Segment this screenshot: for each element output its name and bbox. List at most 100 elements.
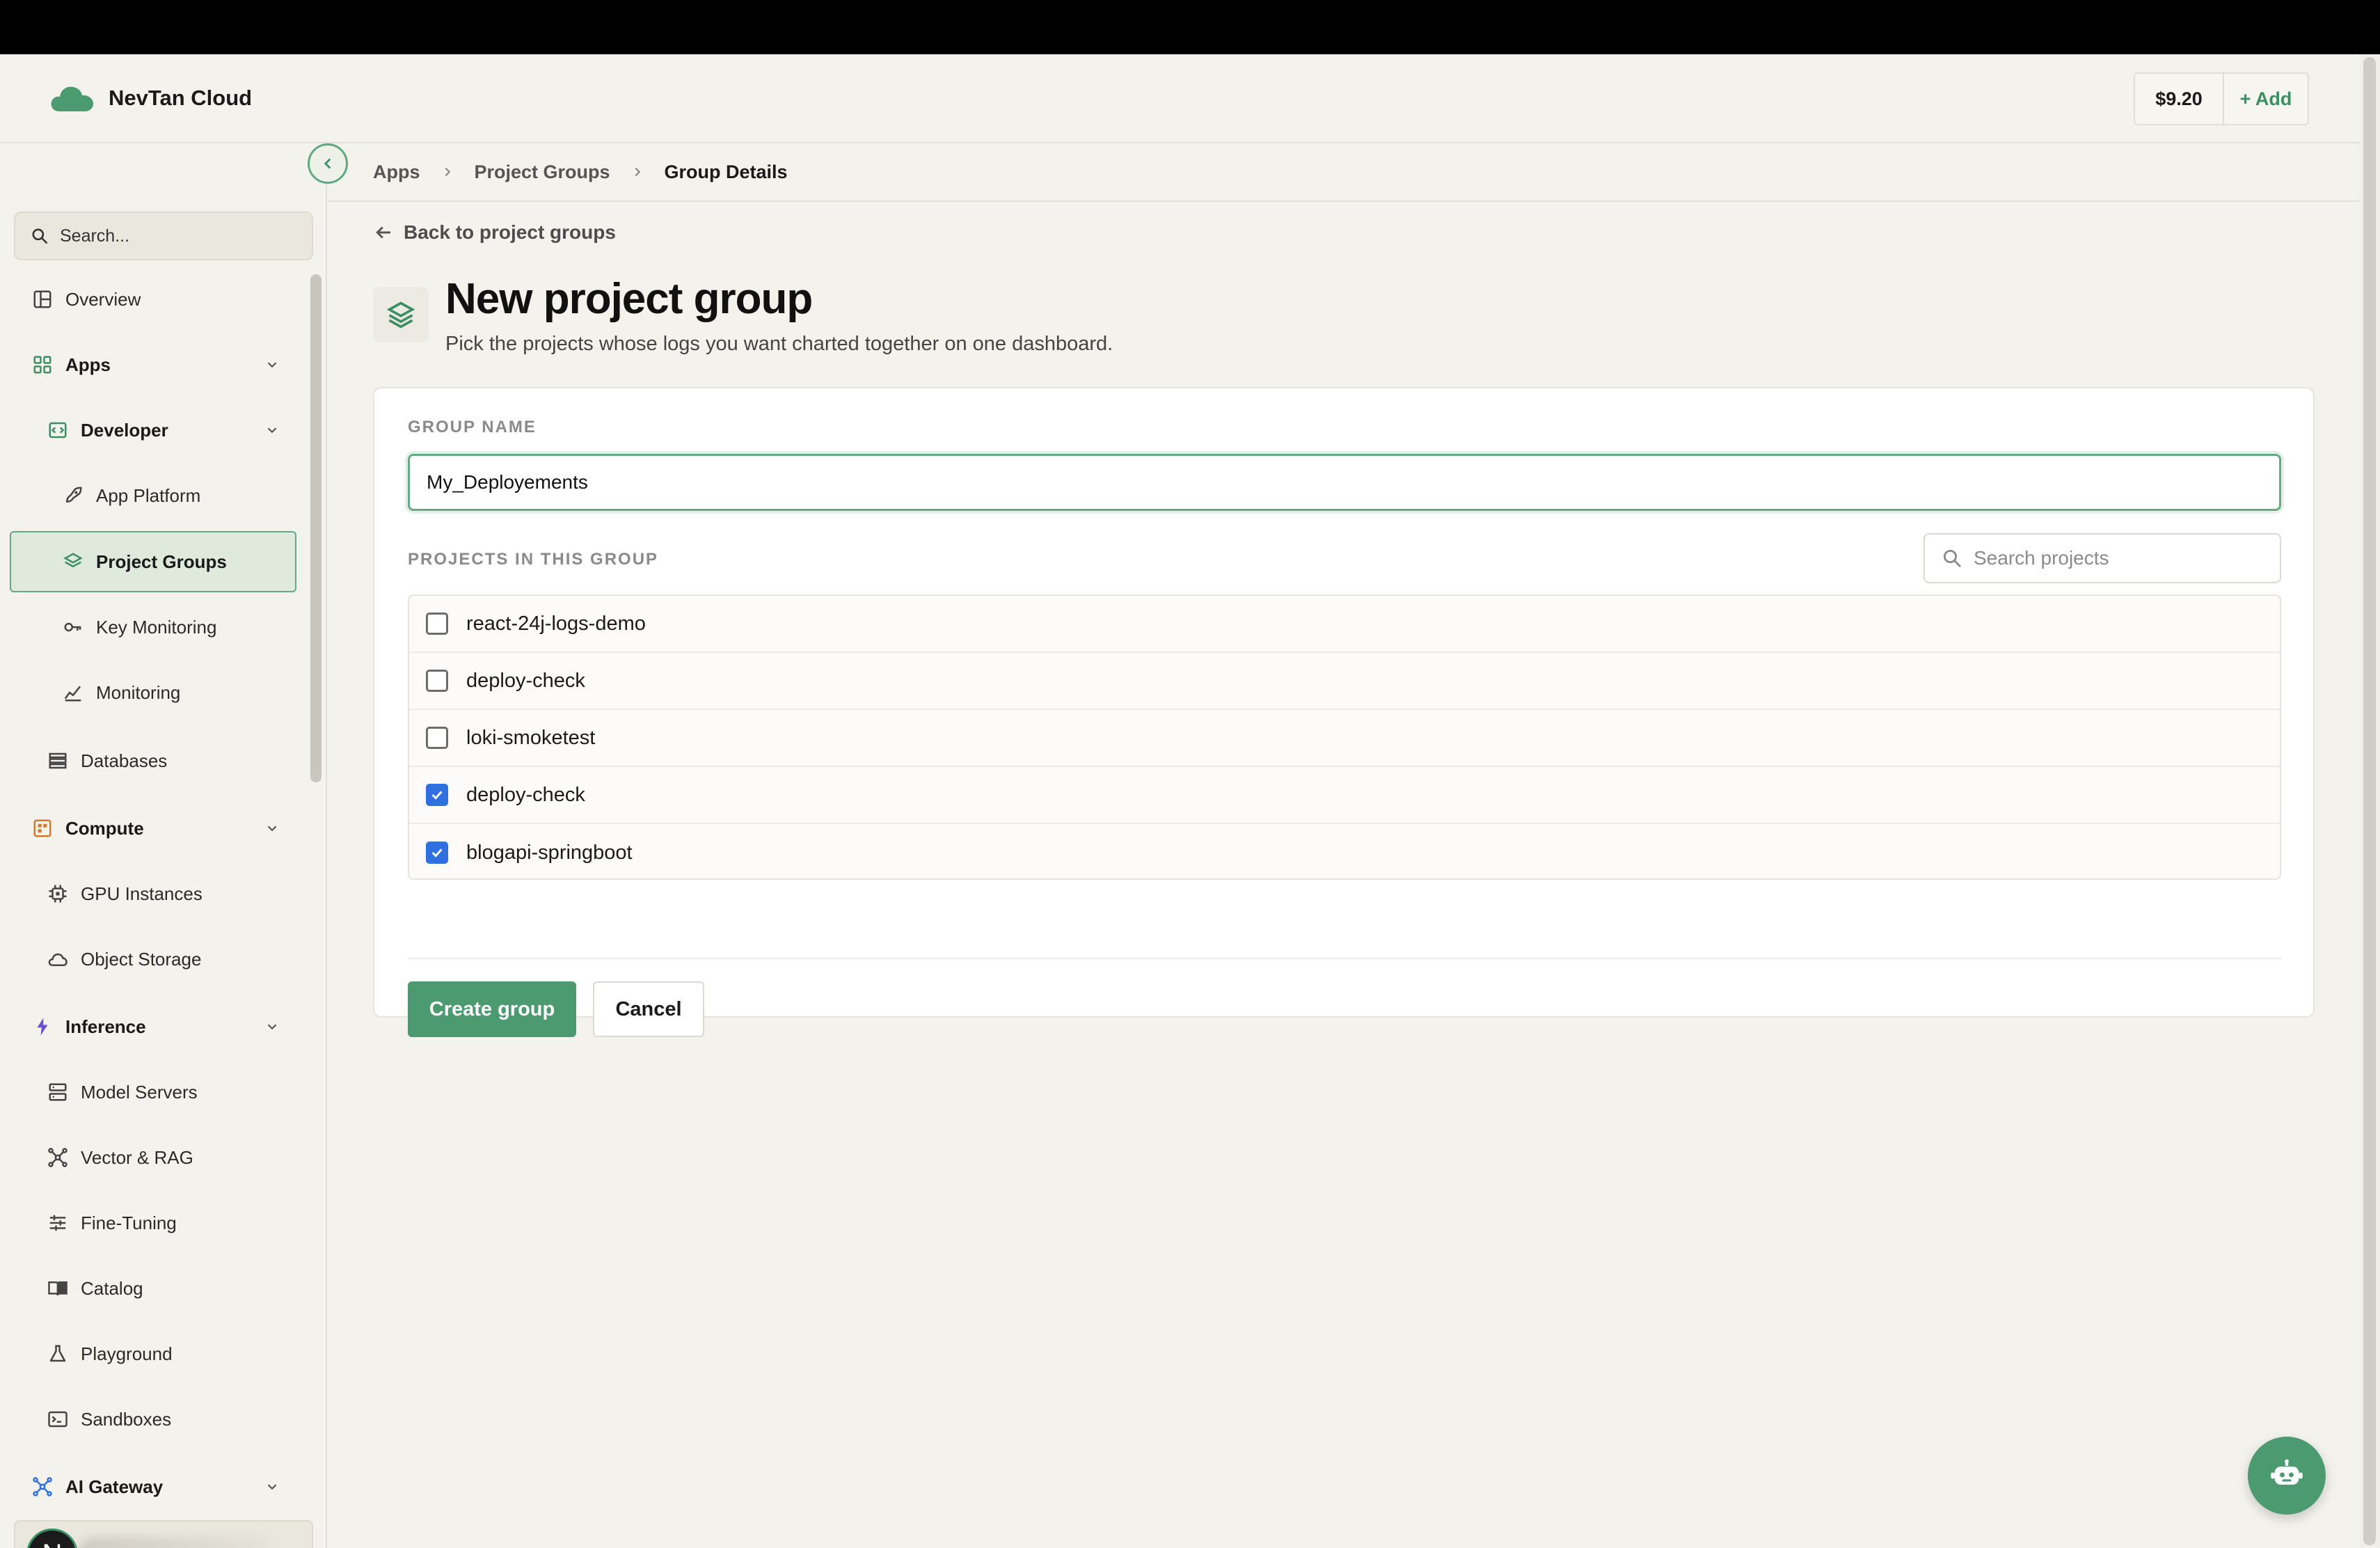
sidebar-item-model-servers[interactable]: Model Servers [47,1071,198,1113]
chevron-down-icon [267,427,277,434]
project-checkbox[interactable] [426,842,448,864]
breadcrumb: Apps Project Groups Group Details [328,143,2359,202]
collapse-sidebar-button[interactable] [308,143,348,184]
page-scrollbar[interactable] [2363,57,2376,1545]
sidebar-search[interactable]: Search... [14,212,313,260]
sidebar-item-object-storage[interactable]: Object Storage [47,938,201,980]
sidebar-item-sandboxes[interactable]: Sandboxes [47,1398,171,1440]
search-icon [32,228,48,244]
sidebar-item-label: Inference [65,1016,146,1037]
sidebar-item-gpu-instances[interactable]: GPU Instances [47,873,203,915]
project-checkbox[interactable] [426,727,448,749]
sidebar-item-playground[interactable]: Playground [47,1333,173,1375]
project-list: react-24j-logs-demo deploy-check loki-sm… [408,594,2281,880]
sidebar-item-vector-rag[interactable]: Vector & RAG [47,1137,193,1178]
list-item[interactable]: deploy-check [409,653,2280,710]
back-to-project-groups-link[interactable]: Back to project groups [373,221,616,244]
sidebar-item-overview[interactable]: Overview [32,278,141,320]
sidebar-item-fine-tuning[interactable]: Fine-Tuning [47,1202,177,1244]
project-checkbox[interactable] [426,613,448,635]
chevron-left-icon [324,158,331,169]
sidebar-item-inference[interactable]: Inference [32,1006,289,1048]
cancel-button[interactable]: Cancel [593,981,704,1037]
breadcrumb-apps[interactable]: Apps [373,161,420,183]
chevron-down-icon [267,1484,277,1490]
arrow-left-icon [376,226,390,239]
robot-icon [2271,1459,2303,1485]
sidebar-item-label: Apps [65,354,111,375]
lightning-icon [37,1018,48,1036]
cloud-logo-icon [51,86,93,111]
chevron-down-icon [267,362,277,368]
project-name: blogapi-springboot [466,841,633,864]
chevron-right-icon [635,167,640,177]
sidebar-item-monitoring[interactable]: Monitoring [63,672,180,713]
sidebar-item-label: Monitoring [96,681,181,703]
sidebar-item-label: Key Monitoring [96,616,217,638]
add-credits-button[interactable]: + Add [2224,74,2308,124]
code-box-icon [49,422,67,439]
create-group-button[interactable]: Create group [408,981,576,1037]
sidebar-item-project-groups[interactable]: Project Groups [63,541,227,583]
sidebar-item-label: GPU Instances [81,883,203,904]
sidebar-item-app-platform[interactable]: App Platform [63,475,200,516]
chevron-right-icon [444,167,450,177]
sidebar-search-placeholder: Search... [60,226,130,246]
sidebar-item-label: AI Gateway [65,1476,164,1497]
back-link-label: Back to project groups [404,221,616,243]
project-name: deploy-check [466,669,585,692]
project-checkbox[interactable] [426,784,448,806]
database-icon [49,752,67,769]
brand-name: NevTan Cloud [109,86,253,110]
sliders-icon [49,1215,66,1231]
list-item[interactable]: loki-smoketest [409,710,2280,767]
assistant-chat-button[interactable] [2248,1437,2326,1515]
sidebar-item-label: Developer [81,419,168,441]
sidebar-item-key-monitoring[interactable]: Key Monitoring [63,606,216,648]
list-item[interactable]: deploy-check [409,767,2280,824]
flask-icon [49,1345,66,1362]
user-account-menu[interactable]: N [14,1520,313,1548]
app-window: NevTan Cloud $9.20 + Add Search... Overv… [0,54,2380,1548]
sidebar-item-label: Databases [81,750,168,771]
group-name-label: GROUP NAME [408,418,537,436]
key-icon [64,622,81,632]
sidebar-item-label: Playground [81,1343,173,1364]
layout-icon [33,290,51,308]
sidebar-item-compute[interactable]: Compute [32,807,289,849]
network-hub-icon [33,1477,52,1496]
project-checkbox[interactable] [426,670,448,692]
network-icon [48,1148,68,1167]
sidebar-item-databases[interactable]: Databases [47,740,167,782]
rocket-icon [65,487,82,503]
project-group-form: GROUP NAME PROJECTS IN THIS GROUP react-… [373,387,2315,1037]
project-search-box[interactable] [1923,533,2281,583]
project-name: react-24j-logs-demo [466,612,646,635]
brand[interactable]: NevTan Cloud [50,84,252,113]
sidebar-item-label: App Platform [96,484,201,506]
list-item[interactable]: react-24j-logs-demo [409,596,2280,653]
layers-icon [386,301,415,329]
terminal-icon [48,1411,68,1428]
sidebar-scrollbar[interactable] [310,274,322,782]
sidebar-item-catalog[interactable]: Catalog [47,1267,143,1309]
page-subtitle: Pick the projects whose logs you want ch… [445,333,1113,355]
breadcrumb-project-groups[interactable]: Project Groups [475,161,610,183]
cpu-icon [49,885,67,903]
list-item[interactable]: blogapi-springboot [409,824,2280,878]
server-icon [49,1083,67,1101]
sidebar-item-ai-gateway[interactable]: AI Gateway [32,1466,289,1508]
sidebar-item-developer[interactable]: Developer [47,409,289,451]
sidebar-item-label: Object Storage [81,948,202,970]
divider [408,958,2281,959]
sidebar-item-apps[interactable]: Apps [32,344,289,386]
credits-widget: $9.20 + Add [2134,72,2309,125]
group-name-input[interactable] [408,454,2281,511]
sidebar-item-label: Project Groups [96,551,227,572]
project-search-input[interactable] [1974,547,2266,569]
layers-icon [63,553,83,568]
search-icon [1944,550,1961,567]
sidebar-item-label: Vector & RAG [81,1146,193,1168]
chart-line-icon [64,686,81,702]
breadcrumb-group-details: Group Details [664,161,788,182]
